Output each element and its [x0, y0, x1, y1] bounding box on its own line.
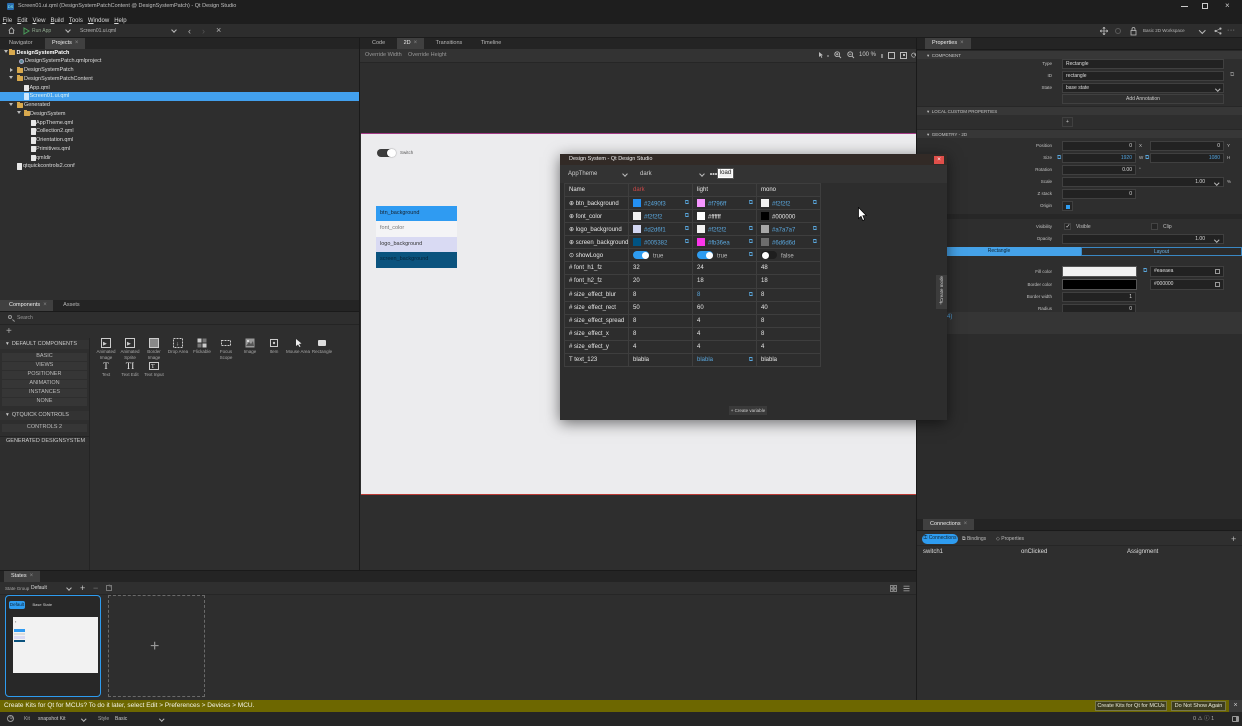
svg-text:↓: ↓	[176, 342, 179, 348]
svg-text:▶: ▶	[103, 341, 107, 347]
svg-text:T: T	[151, 364, 155, 370]
svg-text:▶: ▶	[127, 341, 131, 347]
